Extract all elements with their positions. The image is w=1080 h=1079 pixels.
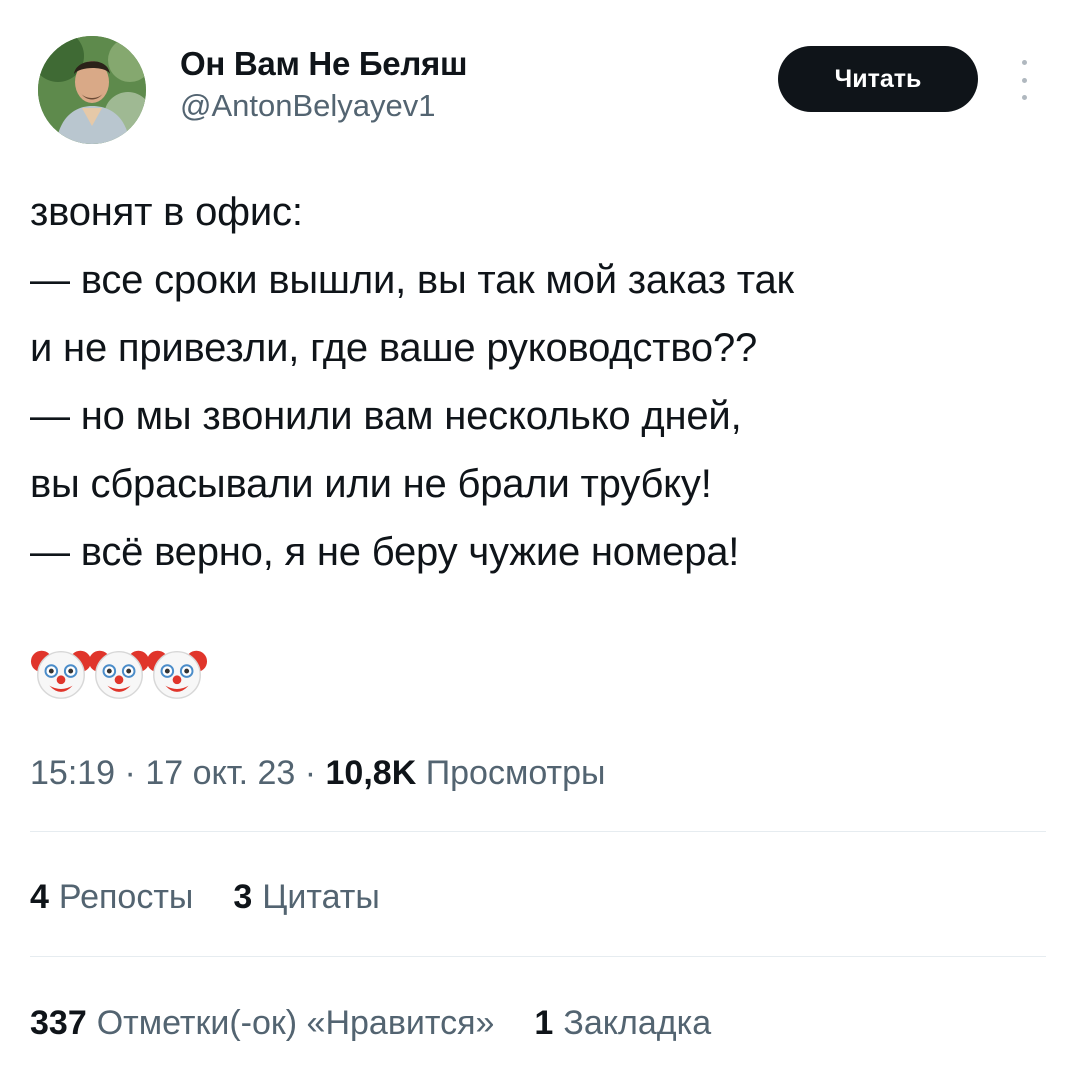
meta-separator: · bbox=[124, 754, 136, 792]
views-count: 10,8K bbox=[325, 754, 417, 792]
meta-separator: · bbox=[304, 754, 317, 792]
stats-row-reactions: 337 Отметки(-ок) «Нравится» 1 Закладка bbox=[30, 998, 751, 1048]
divider bbox=[30, 831, 1046, 832]
ellipsis-dot bbox=[1021, 95, 1027, 100]
reposts-count: 4 bbox=[30, 878, 49, 916]
avatar[interactable] bbox=[38, 36, 146, 144]
emoji-row bbox=[30, 642, 208, 712]
tweet-date[interactable]: 17 окт. 23 bbox=[145, 754, 295, 792]
quotes-count: 3 bbox=[233, 878, 253, 916]
stats-row-shares: 4 Репосты 3 Цитаты bbox=[30, 872, 420, 922]
divider bbox=[30, 956, 1046, 957]
ellipsis-dot bbox=[1021, 60, 1027, 65]
vertical-ellipsis-icon[interactable] bbox=[1012, 60, 1036, 100]
author-display-name[interactable]: Он Вам Не Беляш bbox=[180, 44, 467, 84]
ellipsis-dot bbox=[1021, 77, 1027, 83]
tweet-header: Он Вам Не Беляш @AntonBelyayev1 Читать bbox=[30, 30, 1050, 150]
follow-button[interactable]: Читать bbox=[778, 46, 978, 112]
likes-count: 337 bbox=[30, 1004, 87, 1042]
clown-face-icon bbox=[88, 650, 150, 699]
tweet-text: звонят в офис: — все сроки вышли, вы так… bbox=[30, 190, 794, 574]
likes-label: Отметки(-ок) «Нравится» bbox=[96, 1004, 495, 1042]
reposts-label: Репосты bbox=[58, 878, 194, 916]
bookmarks-stat[interactable]: 1 Закладка bbox=[534, 998, 711, 1048]
tweet-meta: 15:19 · 17 окт. 23 · 10,8K Просмотры bbox=[30, 748, 605, 798]
bookmarks-label: Закладка bbox=[563, 1004, 712, 1042]
quotes-stat[interactable]: 3 Цитаты bbox=[233, 872, 379, 922]
tweet-time[interactable]: 15:19 bbox=[30, 754, 115, 792]
clown-face-icon bbox=[30, 650, 92, 699]
author-handle[interactable]: @AntonBelyayev1 bbox=[180, 86, 467, 126]
quotes-label: Цитаты bbox=[262, 878, 380, 916]
author-names: Он Вам Не Беляш @AntonBelyayev1 bbox=[180, 44, 467, 126]
reposts-stat[interactable]: 4 Репосты bbox=[30, 872, 193, 922]
likes-stat[interactable]: 337 Отметки(-ок) «Нравится» bbox=[30, 998, 494, 1048]
views-label: Просмотры bbox=[425, 754, 606, 792]
bookmarks-count: 1 bbox=[534, 1004, 554, 1042]
clown-face-icon bbox=[146, 650, 208, 699]
avatar-photo bbox=[38, 36, 146, 144]
